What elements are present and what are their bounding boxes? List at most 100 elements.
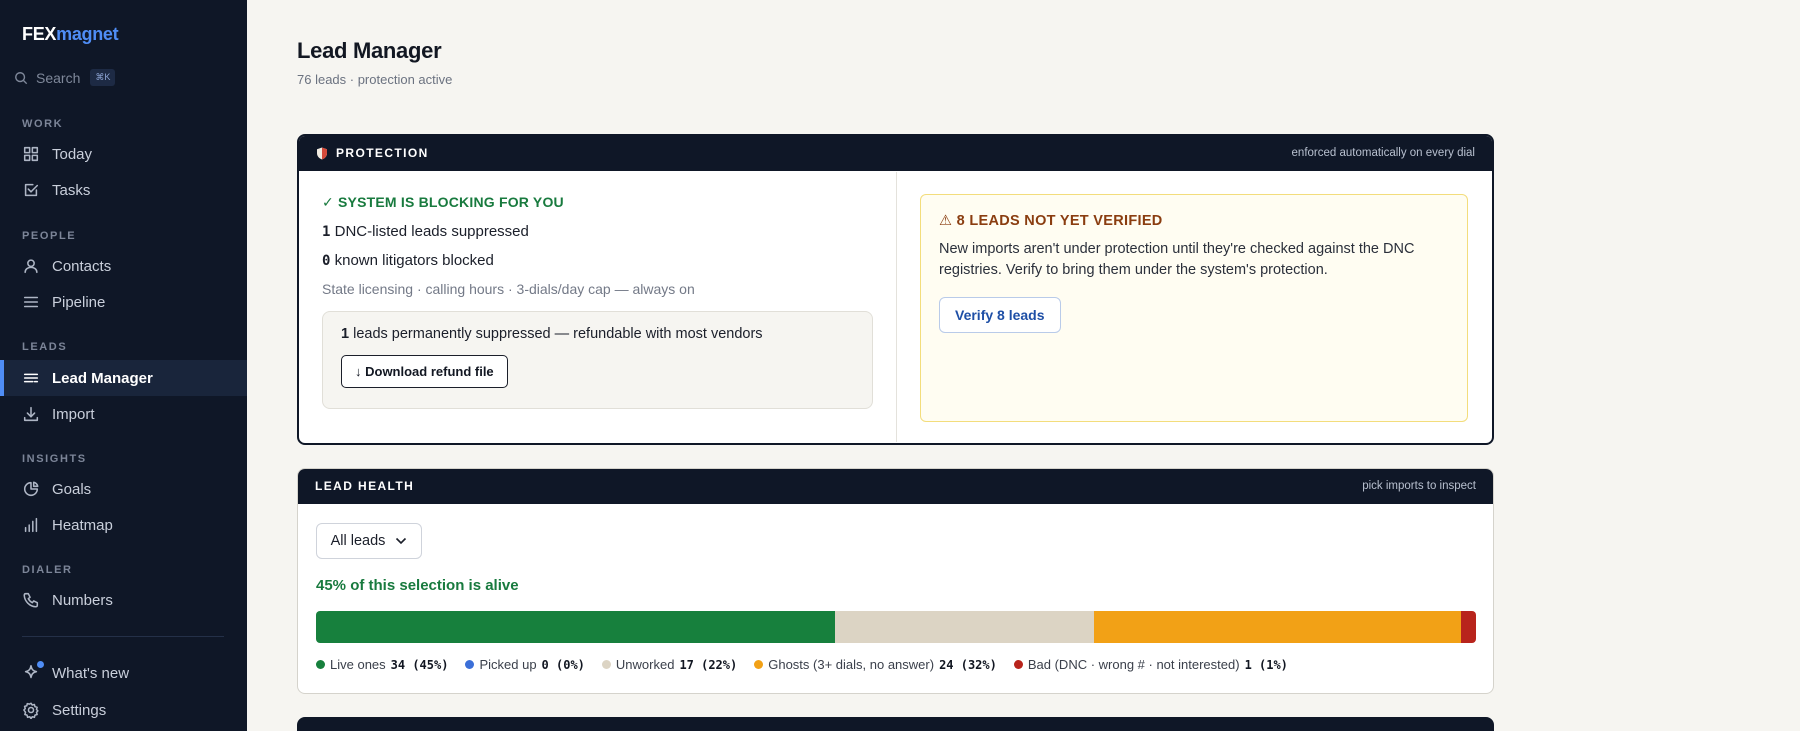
- grid-icon: [23, 146, 39, 162]
- unverified-warning: ⚠ 8 LEADS NOT YET VERIFIED New imports a…: [920, 194, 1468, 422]
- brand-logo[interactable]: FEXmagnet: [22, 24, 119, 45]
- sidebar-item-label: Lead Manager: [52, 369, 153, 387]
- download-icon: [23, 406, 39, 422]
- phone-icon: [23, 592, 39, 608]
- sidebar-item-contacts[interactable]: Contacts: [0, 248, 247, 284]
- sidebar-item-numbers[interactable]: Numbers: [0, 582, 247, 618]
- sidebar-item-import[interactable]: Import: [0, 396, 247, 432]
- verification-panel: ⚠ 8 LEADS NOT YET VERIFIED New imports a…: [897, 172, 1491, 442]
- protection-header: PROTECTION enforced automatically on eve…: [299, 136, 1492, 171]
- shield-icon: [317, 147, 327, 159]
- legend-value: 24 (32%): [939, 657, 997, 672]
- sidebar-item-tasks[interactable]: Tasks: [0, 172, 247, 208]
- legend-item-live: Live ones 34 (45%): [316, 657, 448, 672]
- sidebar-item-label: Today: [52, 145, 93, 163]
- legend-dot: [316, 660, 325, 669]
- legend-item-bad: Bad (DNC · wrong # · not interested) 1 (1…: [1013, 657, 1288, 672]
- section-title-insights: INSIGHTS: [22, 453, 87, 465]
- health-bar-segment-bad: [1460, 611, 1476, 643]
- verify-leads-button[interactable]: Verify 8 leads: [939, 297, 1061, 333]
- alive-summary: 45% of this selection is alive: [316, 577, 519, 594]
- page-title: Lead Manager: [297, 38, 442, 63]
- warning-text: New imports aren't under protection unti…: [939, 241, 1415, 278]
- legend-item-picked: Picked up 0 (0%): [465, 657, 585, 672]
- lead-health-title: LEAD HEALTH: [315, 479, 415, 493]
- gear-icon: [23, 702, 39, 719]
- shortcut-badge: ⌘K: [90, 69, 116, 86]
- legend-label: Unworked: [615, 657, 675, 672]
- sidebar-item-label: Settings: [52, 701, 107, 719]
- sidebar-item-today[interactable]: Today: [0, 136, 247, 172]
- legend-value: 34 (45%): [390, 657, 449, 672]
- legend-dot: [754, 660, 764, 669]
- legend-label: Bad (DNC · wrong # · not interested): [1027, 657, 1240, 672]
- protection-title: PROTECTION: [336, 146, 429, 160]
- import-selector[interactable]: All leads: [316, 523, 422, 559]
- lead-health-note: pick imports to inspect: [1362, 480, 1476, 492]
- rules-text: State licensing · calling hours · 3-dial…: [322, 281, 695, 297]
- lead-health-card: LEAD HEALTH pick imports to inspect All …: [297, 468, 1494, 694]
- search-label: Search: [36, 69, 81, 86]
- health-legend: Live ones 34 (45%) Picked up 0 (0%) Unworked…: [316, 657, 1288, 672]
- sidebar: FEXmagnet Search ⌘K WORK Today Tasks PEO…: [0, 0, 247, 731]
- lead-health-header: LEAD HEALTH pick imports to inspect: [298, 469, 1493, 504]
- search-icon: [15, 71, 28, 84]
- sidebar-item-label: Numbers: [52, 591, 113, 609]
- legend-item-ghosts: Ghosts (3+ dials, no answer) 24 (32%): [754, 657, 997, 672]
- sidebar-item-label: Pipeline: [52, 293, 106, 311]
- health-bar-segment-unworked: [834, 611, 1095, 643]
- legend-label: Live ones: [330, 657, 386, 672]
- sidebar-item-settings[interactable]: Settings: [0, 692, 247, 728]
- sidebar-item-pipeline[interactable]: Pipeline: [0, 284, 247, 320]
- section-title-people: PEOPLE: [22, 230, 77, 242]
- chevron-down-icon: [396, 537, 407, 545]
- protection-card: PROTECTION enforced automatically on eve…: [297, 134, 1494, 445]
- blocking-status: ✓ SYSTEM IS BLOCKING FOR YOU: [322, 194, 564, 210]
- health-bar: [316, 611, 1476, 643]
- sidebar-item-whats-new[interactable]: What's new: [0, 655, 247, 691]
- bars-icon: [24, 517, 38, 533]
- sidebar-item-label: Tasks: [52, 181, 91, 199]
- page-subtitle: 76 leads · protection active: [297, 72, 453, 87]
- sidebar-item-label: Contacts: [52, 257, 112, 275]
- legend-dot: [465, 660, 475, 669]
- dnc-stat: 1 DNC-listed leads suppressed: [322, 223, 529, 240]
- legend-item-unworked: Unworked 17 (22%): [601, 657, 738, 672]
- sidebar-item-lead-manager[interactable]: Lead Manager: [0, 360, 247, 396]
- list-icon: [23, 296, 39, 308]
- protection-note: enforced automatically on every dial: [1291, 147, 1475, 159]
- suppressed-box: 1 leads permanently suppressed — refunda…: [322, 311, 873, 409]
- legend-value: 17 (22%): [679, 657, 738, 672]
- next-card-header: [297, 717, 1494, 731]
- litigator-stat: 0 known litigators blocked: [322, 252, 494, 269]
- sidebar-divider: [22, 636, 224, 637]
- sidebar-item-label: Import: [52, 405, 95, 423]
- legend-value: 0 (0%): [541, 657, 585, 672]
- pie-icon: [23, 481, 39, 497]
- search-button[interactable]: Search ⌘K: [14, 69, 116, 86]
- legend-dot: [1013, 660, 1023, 669]
- section-title-dialer: DIALER: [22, 564, 73, 576]
- health-bar-segment-ghosts: [1094, 611, 1461, 643]
- blocking-panel: ✓ SYSTEM IS BLOCKING FOR YOU 1 DNC-liste…: [299, 172, 897, 442]
- health-bar-segment-live: [316, 611, 835, 643]
- new-indicator-badge: [37, 661, 44, 668]
- sidebar-item-label: Goals: [52, 480, 92, 498]
- checkbox-icon: [24, 183, 39, 197]
- legend-label: Picked up: [479, 657, 537, 672]
- sidebar-item-heatmap[interactable]: Heatmap: [0, 507, 247, 543]
- sidebar-item-goals[interactable]: Goals: [0, 471, 247, 507]
- suppressed-text: 1 leads permanently suppressed — refunda…: [341, 326, 763, 342]
- download-refund-button[interactable]: ↓ Download refund file: [341, 355, 508, 388]
- lines-icon: [23, 373, 39, 383]
- sidebar-item-label: Heatmap: [52, 516, 113, 534]
- warning-title: ⚠ 8 LEADS NOT YET VERIFIED: [939, 213, 1163, 229]
- sidebar-item-label: What's new: [52, 664, 130, 682]
- legend-dot: [601, 660, 611, 669]
- import-selector-value: All leads: [330, 533, 386, 549]
- legend-value: 1 (1%): [1244, 657, 1288, 672]
- user-icon: [24, 259, 38, 274]
- section-title-work: WORK: [22, 118, 64, 130]
- legend-label: Ghosts (3+ dials, no answer): [768, 657, 935, 672]
- section-title-leads: LEADS: [22, 341, 68, 353]
